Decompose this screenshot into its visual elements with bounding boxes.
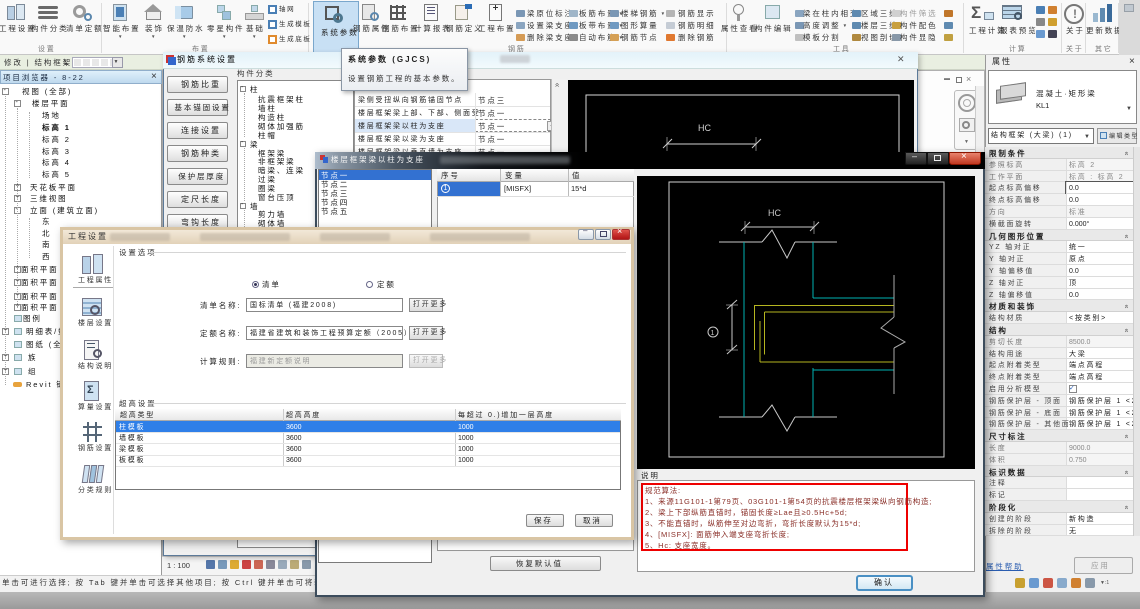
svg-text:HC: HC xyxy=(698,123,711,133)
svg-text:HC: HC xyxy=(768,208,781,218)
svg-text:1: 1 xyxy=(711,330,715,337)
